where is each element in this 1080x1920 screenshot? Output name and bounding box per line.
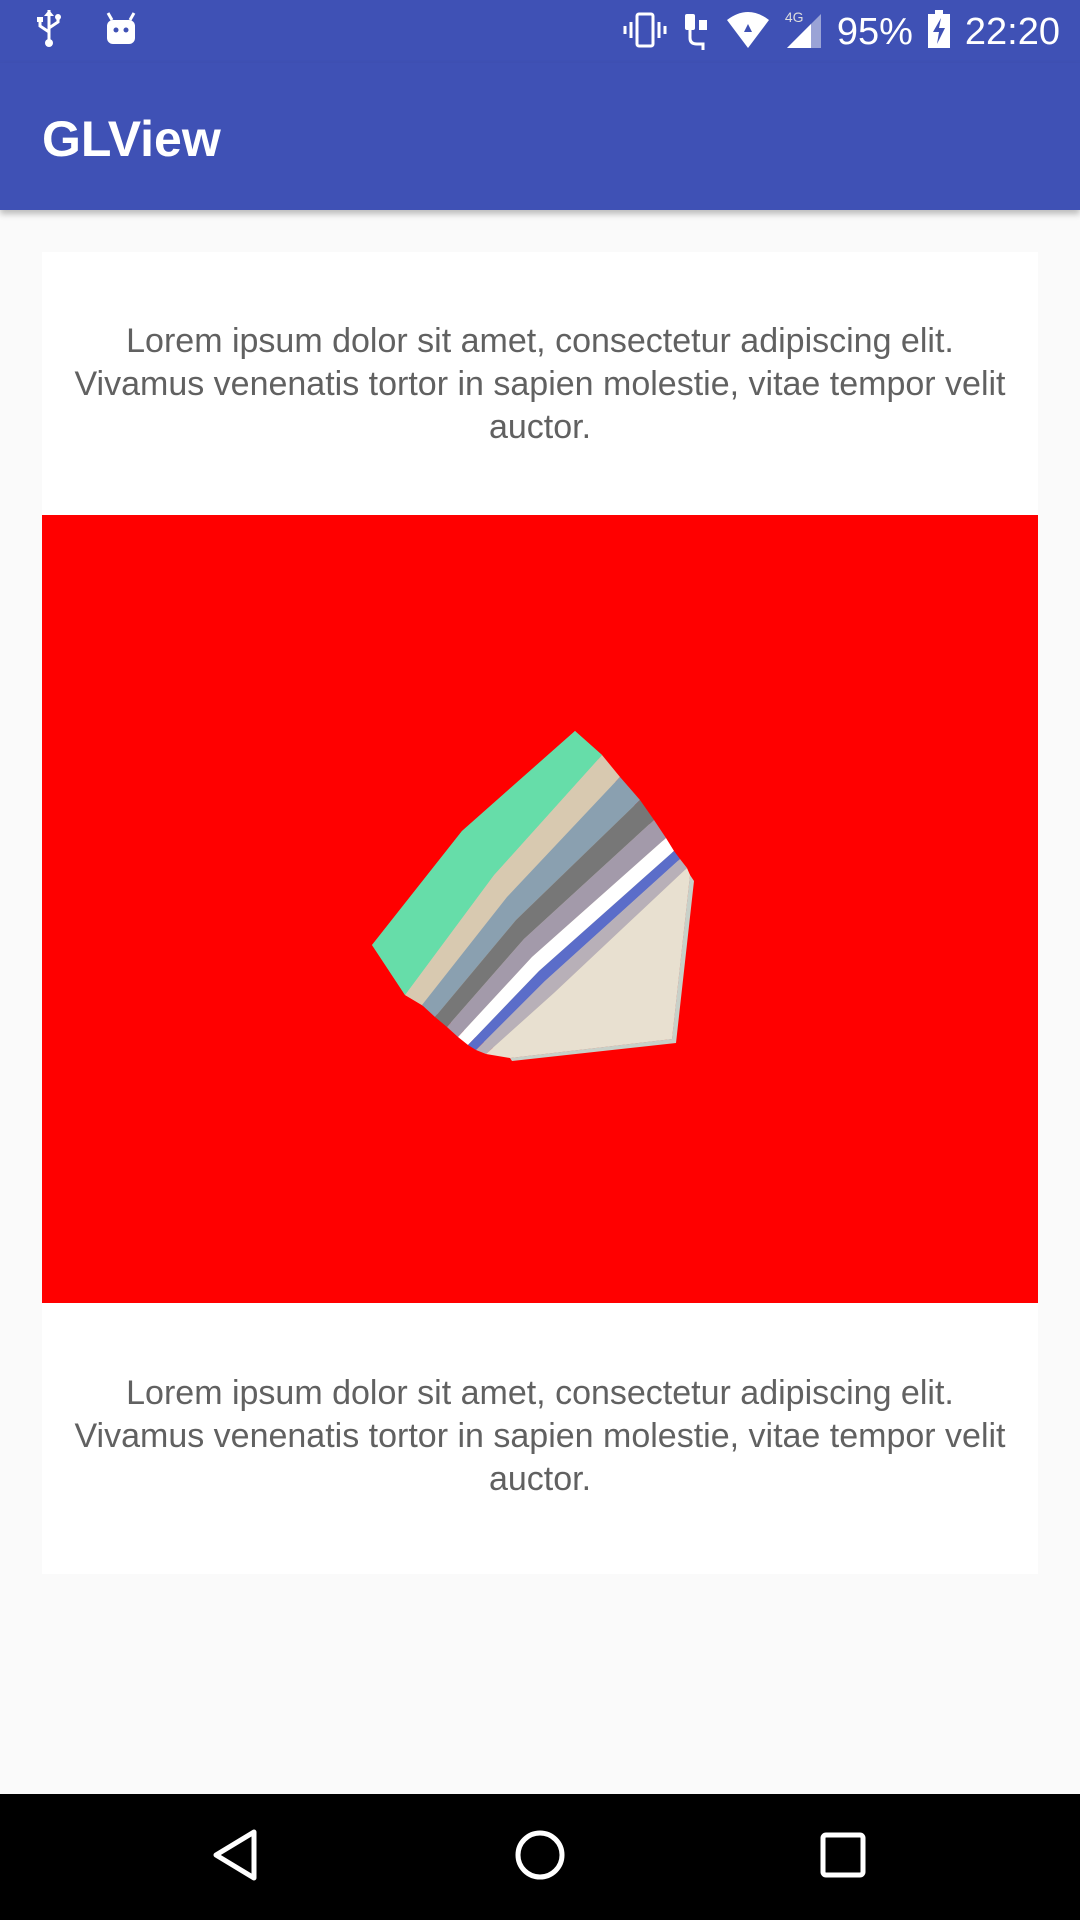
app-title: GLView	[42, 111, 221, 167]
app-bar: GLView	[0, 63, 1080, 210]
recents-icon	[818, 1830, 868, 1885]
home-icon	[513, 1828, 567, 1887]
vibrate-icon	[623, 10, 667, 55]
back-icon	[210, 1828, 260, 1887]
status-left-icons	[34, 8, 138, 53]
navigation-bar	[0, 1794, 1080, 1920]
home-button[interactable]	[495, 1812, 585, 1902]
gl-cube-render	[372, 731, 694, 1061]
gl-surface-view[interactable]	[42, 515, 1038, 1303]
content-card: Lorem ipsum dolor sit amet, consectetur …	[42, 252, 1038, 1574]
recents-button[interactable]	[798, 1812, 888, 1902]
clock: 22:20	[964, 11, 1060, 53]
cell-signal-icon: 4G	[785, 10, 823, 55]
status-right-icons: 4G 95% 22:20	[623, 8, 1060, 56]
android-debug-icon	[104, 10, 138, 51]
headset-icon	[681, 10, 711, 55]
battery-charging-icon	[927, 9, 951, 55]
rotating-cube-shape	[372, 731, 694, 1061]
wifi-icon	[725, 10, 771, 55]
network-type-label: 4G	[784, 8, 804, 25]
battery-percent: 95%	[836, 11, 913, 53]
paragraph-top: Lorem ipsum dolor sit amet, consectetur …	[74, 322, 1006, 446]
status-bar: 4G 95% 22:20	[0, 0, 1080, 63]
paragraph-bottom: Lorem ipsum dolor sit amet, consectetur …	[74, 1374, 1006, 1498]
usb-icon	[34, 8, 64, 53]
back-button[interactable]	[190, 1812, 280, 1902]
